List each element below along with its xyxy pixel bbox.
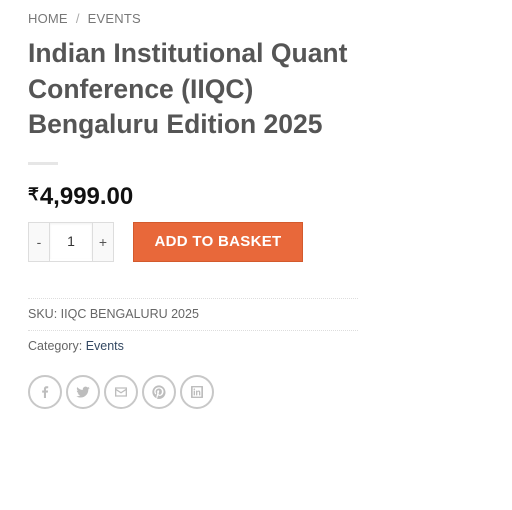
breadcrumb-events-link[interactable]: EVENTS: [88, 11, 141, 26]
breadcrumb-separator: /: [75, 10, 80, 26]
breadcrumb-home-link[interactable]: HOME: [28, 11, 68, 26]
product-page: HOME / EVENTS Indian Institutional Quant…: [0, 0, 512, 510]
facebook-icon[interactable]: [28, 374, 62, 409]
quantity-decrease-button[interactable]: -: [29, 222, 50, 261]
linkedin-icon[interactable]: [180, 374, 214, 409]
email-icon[interactable]: [104, 374, 138, 409]
pinterest-icon[interactable]: [142, 374, 176, 409]
social-share-icons: [28, 374, 358, 409]
quantity-stepper: - +: [28, 221, 114, 262]
product-price: ₹4,999.00: [28, 179, 358, 211]
sku-value: IIQC BENGALURU 2025: [60, 306, 199, 321]
quantity-input[interactable]: [50, 222, 92, 259]
product-title-line-3: Bengaluru Edition 2025: [28, 109, 323, 139]
breadcrumb: HOME / EVENTS: [28, 9, 358, 27]
price-amount: 4,999.00: [39, 182, 134, 210]
product-title-line-1: Indian Institutional Quant: [28, 38, 348, 68]
twitter-icon[interactable]: [66, 374, 100, 409]
sku-label: SKU:: [28, 306, 58, 321]
add-to-basket-button[interactable]: ADD TO BASKET: [133, 221, 303, 262]
category-row: Category: Events: [28, 331, 358, 362]
product-meta: SKU: IIQC BENGALURU 2025 Category: Event…: [28, 297, 358, 362]
quantity-increase-button[interactable]: +: [92, 222, 113, 261]
product-title-line-2: Conference (IIQC): [28, 73, 254, 104]
title-divider: [28, 161, 58, 165]
sku-row: SKU: IIQC BENGALURU 2025: [28, 299, 358, 331]
category-link[interactable]: Events: [86, 339, 124, 353]
product-title: Indian Institutional Quant Conference (I…: [28, 36, 388, 143]
product-summary: HOME / EVENTS Indian Institutional Quant…: [28, 0, 358, 409]
add-to-cart-form: - + ADD TO BASKET: [28, 221, 358, 262]
category-label: Category:: [28, 338, 83, 353]
currency-symbol: ₹: [28, 184, 39, 204]
